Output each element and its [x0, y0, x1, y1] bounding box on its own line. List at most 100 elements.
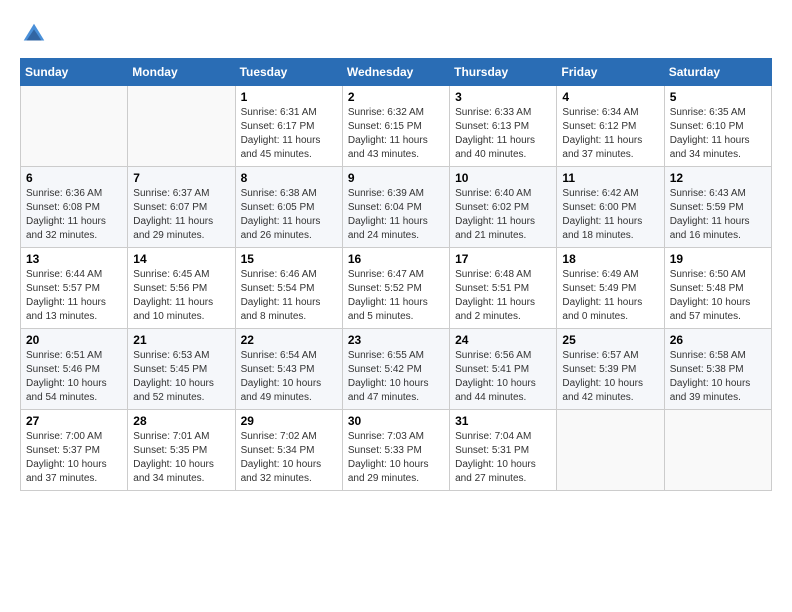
cell-content: Sunrise: 6:42 AM Sunset: 6:00 PM Dayligh…	[562, 187, 658, 243]
day-number: 2	[348, 90, 444, 104]
day-number: 10	[455, 171, 551, 185]
day-number: 9	[348, 171, 444, 185]
calendar-cell: 9 Sunrise: 6:39 AM Sunset: 6:04 PM Daylig…	[342, 167, 449, 248]
calendar-cell: 22 Sunrise: 6:54 AM Sunset: 5:43 PM Dayli…	[235, 329, 342, 410]
cell-content: Sunrise: 6:46 AM Sunset: 5:54 PM Dayligh…	[241, 268, 337, 324]
logo-icon	[20, 20, 48, 48]
calendar-cell: 14 Sunrise: 6:45 AM Sunset: 5:56 PM Dayli…	[128, 248, 235, 329]
cell-content: Sunrise: 6:50 AM Sunset: 5:48 PM Dayligh…	[670, 268, 766, 324]
weekday-header-monday: Monday	[128, 59, 235, 86]
calendar-cell: 7Sunrise: 6:37 AM Sunset: 6:07 PM Daylig…	[128, 167, 235, 248]
calendar-cell: 21 Sunrise: 6:53 AM Sunset: 5:45 PM Dayli…	[128, 329, 235, 410]
calendar-week-row: 27 Sunrise: 7:00 AM Sunset: 5:37 PM Dayli…	[21, 410, 772, 491]
cell-content: Sunrise: 6:49 AM Sunset: 5:49 PM Dayligh…	[562, 268, 658, 324]
cell-content: Sunrise: 6:37 AM Sunset: 6:07 PM Dayligh…	[133, 187, 229, 243]
calendar-cell	[128, 86, 235, 167]
cell-content: Sunrise: 6:34 AM Sunset: 6:12 PM Dayligh…	[562, 106, 658, 162]
day-number: 18	[562, 252, 658, 266]
calendar-cell: 16 Sunrise: 6:47 AM Sunset: 5:52 PM Dayli…	[342, 248, 449, 329]
day-number: 28	[133, 414, 229, 428]
calendar-cell: 12 Sunrise: 6:43 AM Sunset: 5:59 PM Dayli…	[664, 167, 771, 248]
cell-content: Sunrise: 7:00 AM Sunset: 5:37 PM Dayligh…	[26, 430, 122, 486]
cell-content: Sunrise: 6:55 AM Sunset: 5:42 PM Dayligh…	[348, 349, 444, 405]
day-number: 4	[562, 90, 658, 104]
calendar-cell: 1Sunrise: 6:31 AM Sunset: 6:17 PM Daylig…	[235, 86, 342, 167]
calendar-cell: 13Sunrise: 6:44 AM Sunset: 5:57 PM Dayli…	[21, 248, 128, 329]
calendar-cell: 8Sunrise: 6:38 AM Sunset: 6:05 PM Daylig…	[235, 167, 342, 248]
cell-content: Sunrise: 6:48 AM Sunset: 5:51 PM Dayligh…	[455, 268, 551, 324]
cell-content: Sunrise: 7:03 AM Sunset: 5:33 PM Dayligh…	[348, 430, 444, 486]
day-number: 14	[133, 252, 229, 266]
calendar-week-row: 13Sunrise: 6:44 AM Sunset: 5:57 PM Dayli…	[21, 248, 772, 329]
cell-content: Sunrise: 6:39 AM Sunset: 6:04 PM Dayligh…	[348, 187, 444, 243]
weekday-header-wednesday: Wednesday	[342, 59, 449, 86]
calendar-cell: 31Sunrise: 7:04 AM Sunset: 5:31 PM Dayli…	[450, 410, 557, 491]
calendar-week-row: 1Sunrise: 6:31 AM Sunset: 6:17 PM Daylig…	[21, 86, 772, 167]
calendar-cell: 15 Sunrise: 6:46 AM Sunset: 5:54 PM Dayli…	[235, 248, 342, 329]
day-number: 31	[455, 414, 551, 428]
calendar-cell: 17Sunrise: 6:48 AM Sunset: 5:51 PM Dayli…	[450, 248, 557, 329]
cell-content: Sunrise: 6:57 AM Sunset: 5:39 PM Dayligh…	[562, 349, 658, 405]
calendar-cell: 4 Sunrise: 6:34 AM Sunset: 6:12 PM Daylig…	[557, 86, 664, 167]
day-number: 20	[26, 333, 122, 347]
day-number: 8	[241, 171, 337, 185]
cell-content: Sunrise: 6:56 AM Sunset: 5:41 PM Dayligh…	[455, 349, 551, 405]
cell-content: Sunrise: 6:31 AM Sunset: 6:17 PM Dayligh…	[241, 106, 337, 162]
day-number: 6	[26, 171, 122, 185]
cell-content: Sunrise: 6:44 AM Sunset: 5:57 PM Dayligh…	[26, 268, 122, 324]
calendar-cell: 19 Sunrise: 6:50 AM Sunset: 5:48 PM Dayli…	[664, 248, 771, 329]
cell-content: Sunrise: 6:35 AM Sunset: 6:10 PM Dayligh…	[670, 106, 766, 162]
calendar-cell: 3 Sunrise: 6:33 AM Sunset: 6:13 PM Daylig…	[450, 86, 557, 167]
day-number: 15	[241, 252, 337, 266]
calendar-cell: 11 Sunrise: 6:42 AM Sunset: 6:00 PM Dayli…	[557, 167, 664, 248]
day-number: 16	[348, 252, 444, 266]
day-number: 22	[241, 333, 337, 347]
cell-content: Sunrise: 6:36 AM Sunset: 6:08 PM Dayligh…	[26, 187, 122, 243]
calendar-cell	[557, 410, 664, 491]
cell-content: Sunrise: 6:32 AM Sunset: 6:15 PM Dayligh…	[348, 106, 444, 162]
day-number: 5	[670, 90, 766, 104]
weekday-header-saturday: Saturday	[664, 59, 771, 86]
day-number: 26	[670, 333, 766, 347]
cell-content: Sunrise: 6:43 AM Sunset: 5:59 PM Dayligh…	[670, 187, 766, 243]
calendar-week-row: 6 Sunrise: 6:36 AM Sunset: 6:08 PM Daylig…	[21, 167, 772, 248]
cell-content: Sunrise: 6:45 AM Sunset: 5:56 PM Dayligh…	[133, 268, 229, 324]
day-number: 11	[562, 171, 658, 185]
weekday-header-thursday: Thursday	[450, 59, 557, 86]
calendar-cell: 28 Sunrise: 7:01 AM Sunset: 5:35 PM Dayli…	[128, 410, 235, 491]
calendar-header-row: SundayMondayTuesdayWednesdayThursdayFrid…	[21, 59, 772, 86]
calendar-table: SundayMondayTuesdayWednesdayThursdayFrid…	[20, 58, 772, 491]
cell-content: Sunrise: 6:53 AM Sunset: 5:45 PM Dayligh…	[133, 349, 229, 405]
calendar-cell: 30 Sunrise: 7:03 AM Sunset: 5:33 PM Dayli…	[342, 410, 449, 491]
cell-content: Sunrise: 6:47 AM Sunset: 5:52 PM Dayligh…	[348, 268, 444, 324]
day-number: 29	[241, 414, 337, 428]
day-number: 12	[670, 171, 766, 185]
calendar-cell: 26Sunrise: 6:58 AM Sunset: 5:38 PM Dayli…	[664, 329, 771, 410]
calendar-cell: 6 Sunrise: 6:36 AM Sunset: 6:08 PM Daylig…	[21, 167, 128, 248]
calendar-cell: 25Sunrise: 6:57 AM Sunset: 5:39 PM Dayli…	[557, 329, 664, 410]
day-number: 24	[455, 333, 551, 347]
calendar-cell: 29 Sunrise: 7:02 AM Sunset: 5:34 PM Dayli…	[235, 410, 342, 491]
day-number: 27	[26, 414, 122, 428]
calendar-cell	[21, 86, 128, 167]
calendar-cell: 20 Sunrise: 6:51 AM Sunset: 5:46 PM Dayli…	[21, 329, 128, 410]
calendar-cell: 5 Sunrise: 6:35 AM Sunset: 6:10 PM Daylig…	[664, 86, 771, 167]
calendar-cell: 23Sunrise: 6:55 AM Sunset: 5:42 PM Dayli…	[342, 329, 449, 410]
calendar-cell: 27 Sunrise: 7:00 AM Sunset: 5:37 PM Dayli…	[21, 410, 128, 491]
logo	[20, 20, 52, 48]
day-number: 21	[133, 333, 229, 347]
calendar-cell	[664, 410, 771, 491]
cell-content: Sunrise: 6:51 AM Sunset: 5:46 PM Dayligh…	[26, 349, 122, 405]
weekday-header-friday: Friday	[557, 59, 664, 86]
weekday-header-tuesday: Tuesday	[235, 59, 342, 86]
cell-content: Sunrise: 7:01 AM Sunset: 5:35 PM Dayligh…	[133, 430, 229, 486]
weekday-header-sunday: Sunday	[21, 59, 128, 86]
cell-content: Sunrise: 6:54 AM Sunset: 5:43 PM Dayligh…	[241, 349, 337, 405]
cell-content: Sunrise: 6:33 AM Sunset: 6:13 PM Dayligh…	[455, 106, 551, 162]
calendar-week-row: 20 Sunrise: 6:51 AM Sunset: 5:46 PM Dayli…	[21, 329, 772, 410]
cell-content: Sunrise: 7:02 AM Sunset: 5:34 PM Dayligh…	[241, 430, 337, 486]
day-number: 30	[348, 414, 444, 428]
day-number: 19	[670, 252, 766, 266]
day-number: 3	[455, 90, 551, 104]
cell-content: Sunrise: 6:40 AM Sunset: 6:02 PM Dayligh…	[455, 187, 551, 243]
